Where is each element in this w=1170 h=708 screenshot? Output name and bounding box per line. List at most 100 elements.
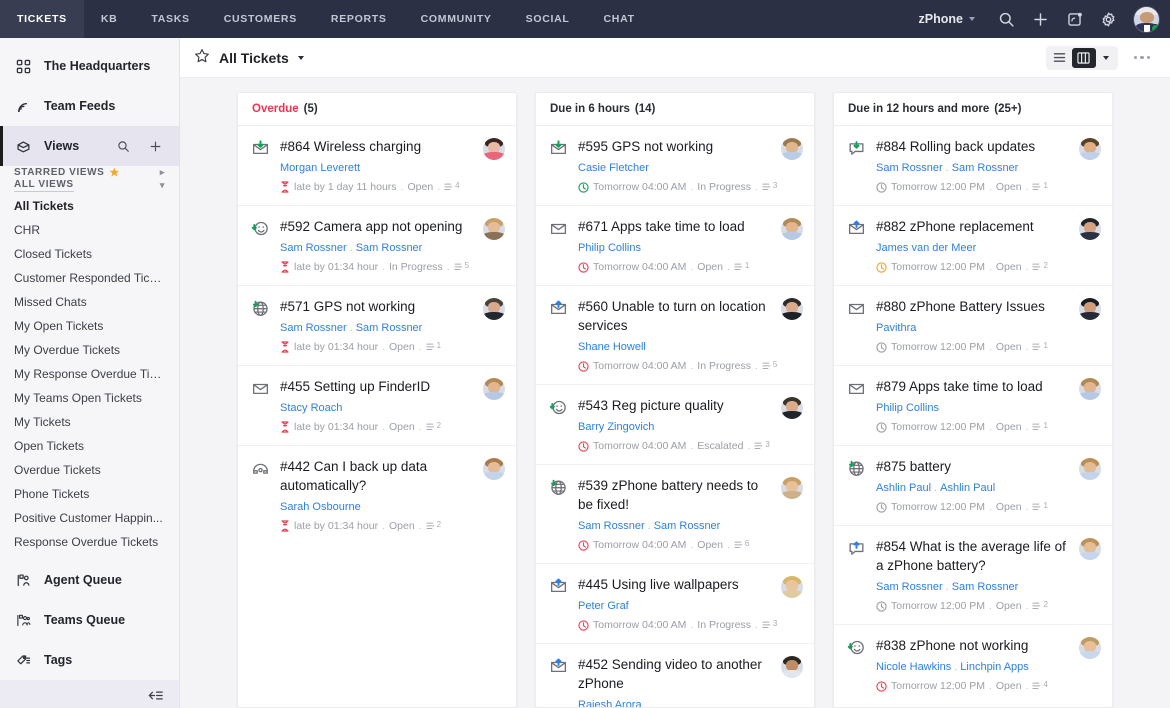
- ticket-person-link[interactable]: Linchpin Apps: [960, 661, 1029, 673]
- ticket-card[interactable]: #838 zPhone not working Nicole Hawkins.L…: [834, 625, 1112, 704]
- nav-tab-tasks[interactable]: TASKS: [134, 0, 206, 38]
- ticket-card[interactable]: #560 Unable to turn on location services…: [536, 286, 814, 385]
- assignee-avatar[interactable]: [781, 576, 803, 598]
- view-mode-chevron-down-icon[interactable]: [1096, 56, 1116, 60]
- ticket-person-link[interactable]: Sam Rossner: [952, 162, 1019, 174]
- view-list-item[interactable]: All Tickets: [0, 194, 179, 218]
- nav-tab-tickets[interactable]: TICKETS: [0, 0, 84, 38]
- ticket-person-link[interactable]: Ashlin Paul: [876, 482, 931, 494]
- assignee-avatar[interactable]: [1079, 138, 1101, 160]
- plus-icon[interactable]: [1023, 0, 1057, 38]
- view-title-dropdown[interactable]: All Tickets: [194, 48, 304, 67]
- assignee-avatar[interactable]: [1079, 637, 1101, 659]
- ticket-person-link[interactable]: Philip Collins: [876, 402, 939, 414]
- ticket-person-link[interactable]: Sam Rossner: [280, 322, 347, 334]
- ticket-person-link[interactable]: Sam Rossner: [280, 242, 347, 254]
- view-list-item[interactable]: Phone Tickets: [0, 482, 179, 506]
- assignee-avatar[interactable]: [781, 477, 803, 499]
- ticket-person-link[interactable]: Sam Rossner: [356, 322, 423, 334]
- assignee-avatar[interactable]: [781, 138, 803, 160]
- view-list-item[interactable]: My Open Tickets: [0, 314, 179, 338]
- view-list-item[interactable]: My Tickets: [0, 410, 179, 434]
- ticket-card[interactable]: #592 Camera app not opening Sam Rossner.…: [238, 206, 516, 286]
- starred-views-section-header[interactable]: STARRED VIEWS ★ ▸: [0, 166, 179, 179]
- ticket-person-link[interactable]: Pavithra: [876, 322, 916, 334]
- sidebar-item-headquarters[interactable]: The Headquarters: [0, 46, 179, 86]
- view-list-item[interactable]: My Teams Open Tickets: [0, 386, 179, 410]
- column-card-list[interactable]: #595 GPS not working Casie Fletcher Tomo…: [536, 126, 814, 707]
- assignee-avatar[interactable]: [1079, 538, 1101, 560]
- nav-tab-kb[interactable]: KB: [84, 0, 135, 38]
- assignee-avatar[interactable]: [483, 218, 505, 240]
- ticket-person-link[interactable]: Shane Howell: [578, 341, 646, 353]
- ticket-card[interactable]: #543 Reg picture quality Barry Zingovich…: [536, 385, 814, 465]
- ticket-person-link[interactable]: Sam Rossner: [876, 581, 943, 593]
- sidebar-item-agent-queue[interactable]: Agent Queue: [0, 560, 179, 600]
- assignee-avatar[interactable]: [781, 656, 803, 678]
- ticket-person-link[interactable]: Ashlin Paul: [940, 482, 995, 494]
- ticket-card[interactable]: #445 Using live wallpapers Peter Graf To…: [536, 564, 814, 644]
- nav-tab-community[interactable]: COMMUNITY: [404, 0, 509, 38]
- view-list-item[interactable]: My Overdue Tickets: [0, 338, 179, 362]
- view-list-item[interactable]: Closed Tickets: [0, 242, 179, 266]
- assignee-avatar[interactable]: [1079, 458, 1101, 480]
- ticket-card[interactable]: #571 GPS not working Sam Rossner.Sam Ros…: [238, 286, 516, 366]
- nav-tab-customers[interactable]: CUSTOMERS: [207, 0, 314, 38]
- ticket-person-link[interactable]: Morgan Leverett: [280, 162, 360, 174]
- notification-icon[interactable]: [1057, 0, 1091, 38]
- list-view-button[interactable]: [1048, 48, 1072, 68]
- ticket-person-link[interactable]: Rajesh Arora: [578, 699, 642, 707]
- view-list-item[interactable]: Overdue Tickets: [0, 458, 179, 482]
- ticket-person-link[interactable]: James van der Meer: [876, 242, 976, 254]
- assignee-avatar[interactable]: [483, 138, 505, 160]
- assignee-avatar[interactable]: [781, 397, 803, 419]
- ticket-card[interactable]: #671 Apps take time to load Philip Colli…: [536, 206, 814, 286]
- ticket-card[interactable]: #875 battery Ashlin Paul.Ashlin Paul Tom…: [834, 446, 1112, 526]
- ticket-person-link[interactable]: Sam Rossner: [356, 242, 423, 254]
- ticket-card[interactable]: #452 Sending video to another zPhone Raj…: [536, 644, 814, 707]
- ticket-person-link[interactable]: Stacy Roach: [280, 402, 342, 414]
- ticket-card[interactable]: #884 Rolling back updates Sam Rossner.Sa…: [834, 126, 1112, 206]
- ticket-card[interactable]: #595 GPS not working Casie Fletcher Tomo…: [536, 126, 814, 206]
- column-card-list[interactable]: #864 Wireless charging Morgan Leverett l…: [238, 126, 516, 707]
- ticket-person-link[interactable]: Sam Rossner: [578, 520, 645, 532]
- ticket-card[interactable]: #882 zPhone replacement James van der Me…: [834, 206, 1112, 286]
- assignee-avatar[interactable]: [1079, 298, 1101, 320]
- assignee-avatar[interactable]: [781, 218, 803, 240]
- ticket-card[interactable]: #879 Apps take time to load Philip Colli…: [834, 366, 1112, 446]
- assignee-avatar[interactable]: [483, 458, 505, 480]
- view-list-item[interactable]: Customer Responded Tick...: [0, 266, 179, 290]
- assignee-avatar[interactable]: [781, 298, 803, 320]
- ticket-card[interactable]: #880 zPhone Battery Issues Pavithra Tomo…: [834, 286, 1112, 366]
- nav-tab-reports[interactable]: REPORTS: [314, 0, 404, 38]
- sidebar-item-teams-queue[interactable]: Teams Queue: [0, 600, 179, 640]
- all-views-section-header[interactable]: ALL VIEWS ▾: [0, 179, 179, 192]
- gear-icon[interactable]: [1091, 0, 1125, 38]
- ticket-person-link[interactable]: Sam Rossner: [876, 162, 943, 174]
- ticket-person-link[interactable]: Nicole Hawkins: [876, 661, 951, 673]
- view-list-item[interactable]: Open Tickets: [0, 434, 179, 458]
- ticket-person-link[interactable]: Peter Graf: [578, 600, 629, 612]
- nav-tab-social[interactable]: SOCIAL: [509, 0, 587, 38]
- brand-selector[interactable]: zPhone: [905, 12, 989, 26]
- view-list-item[interactable]: CHR: [0, 218, 179, 242]
- views-add-icon[interactable]: [145, 140, 165, 153]
- view-list-item[interactable]: Missed Chats: [0, 290, 179, 314]
- ticket-card[interactable]: #854 What is the average life of a zPhon…: [834, 526, 1112, 625]
- view-list-item[interactable]: Positive Customer Happin...: [0, 506, 179, 530]
- search-icon[interactable]: [989, 0, 1023, 38]
- ticket-person-link[interactable]: Sam Rossner: [654, 520, 721, 532]
- star-outline-icon[interactable]: [194, 48, 210, 67]
- views-search-icon[interactable]: [113, 140, 133, 153]
- ticket-card[interactable]: #455 Setting up FinderID Stacy Roach lat…: [238, 366, 516, 446]
- view-list-item[interactable]: Response Overdue Tickets: [0, 530, 179, 554]
- assignee-avatar[interactable]: [483, 298, 505, 320]
- sidebar-item-tags[interactable]: Tags: [0, 640, 179, 680]
- nav-tab-chat[interactable]: CHAT: [587, 0, 652, 38]
- column-card-list[interactable]: #884 Rolling back updates Sam Rossner.Sa…: [834, 126, 1112, 707]
- ticket-person-link[interactable]: Sam Rossner: [952, 581, 1019, 593]
- ticket-person-link[interactable]: Barry Zingovich: [578, 421, 654, 433]
- ticket-person-link[interactable]: Sarah Osbourne: [280, 501, 361, 513]
- board-view-button[interactable]: [1072, 48, 1096, 68]
- assignee-avatar[interactable]: [1079, 218, 1101, 240]
